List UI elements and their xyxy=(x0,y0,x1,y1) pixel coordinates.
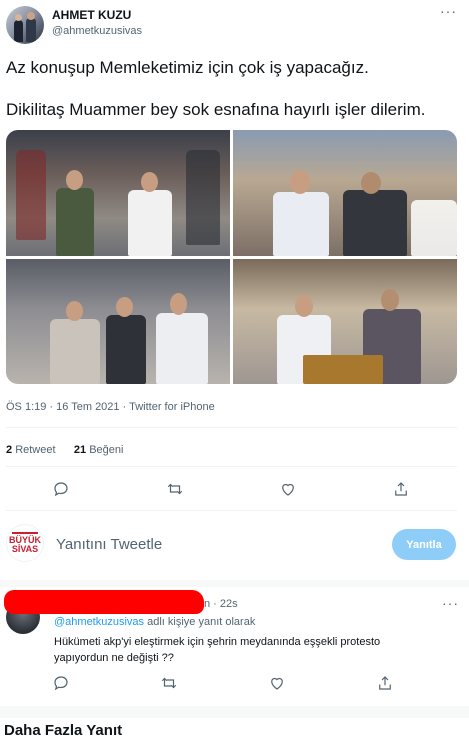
retweet-icon[interactable] xyxy=(158,672,180,694)
like-stat[interactable]: 21 Beğeni xyxy=(74,444,124,456)
photo-grid xyxy=(6,130,457,384)
more-icon[interactable]: ··· xyxy=(440,4,462,22)
divider xyxy=(6,510,457,511)
tweet-text-line-1: Az konuşup Memleketimiz için çok iş yapa… xyxy=(6,58,369,77)
photo-1[interactable] xyxy=(6,130,230,256)
replying-to: @ahmetkuzusivas adlı kişiye yanıt olarak xyxy=(54,616,255,628)
reply-icon[interactable] xyxy=(50,478,72,500)
reply-input[interactable]: Yanıtını Tweetle xyxy=(56,536,162,553)
logo-bar xyxy=(12,532,38,534)
share-icon[interactable] xyxy=(374,672,396,694)
divider xyxy=(6,466,457,467)
share-icon[interactable] xyxy=(390,478,412,500)
reply-time[interactable]: n · 22s xyxy=(204,598,238,610)
author-handle[interactable]: @ahmetkuzusivas xyxy=(52,25,142,37)
logo-line-2: SİVAS xyxy=(11,544,39,554)
redaction-mark xyxy=(4,590,204,614)
photo-2[interactable] xyxy=(233,130,457,256)
reply-button[interactable]: Yanıtla xyxy=(392,529,456,560)
reply-icon[interactable] xyxy=(50,672,72,694)
reply-text: Hükümeti akp'yi eleştirmek için şehrin m… xyxy=(54,636,381,664)
retweet-count: 2 xyxy=(6,444,13,456)
user-avatar[interactable]: BÜYÜK SİVAS xyxy=(6,524,44,562)
retweet-icon[interactable] xyxy=(164,478,186,500)
tweet-timestamp[interactable]: ÖS 1:19 · 16 Tem 2021 · Twitter for iPho… xyxy=(6,401,215,413)
more-replies-heading: Daha Fazla Yanıt xyxy=(4,722,123,739)
more-icon[interactable]: ··· xyxy=(442,596,459,610)
retweet-label: Retweet xyxy=(15,444,56,456)
divider xyxy=(6,427,457,428)
retweet-stat[interactable]: 2 Retweet xyxy=(6,444,56,456)
section-separator xyxy=(0,580,469,587)
like-label: Beğeni xyxy=(89,444,124,456)
like-icon[interactable] xyxy=(277,478,299,500)
like-count: 21 xyxy=(73,444,87,456)
tweet-stats: 2 Retweet 21 Beğeni xyxy=(6,444,123,456)
replying-suffix: adlı kişiye yanıt olarak xyxy=(144,616,256,628)
photo-4[interactable] xyxy=(233,259,457,384)
like-icon[interactable] xyxy=(266,672,288,694)
author-name[interactable]: AHMET KUZU xyxy=(52,8,131,22)
tweet-text-line-2: Dikilitaş Muammer bey sok esnafına hayır… xyxy=(6,100,426,119)
section-separator xyxy=(0,706,469,718)
photo-3[interactable] xyxy=(6,259,230,384)
reply-mention[interactable]: @ahmetkuzusivas xyxy=(54,616,144,628)
author-avatar[interactable] xyxy=(6,6,44,44)
